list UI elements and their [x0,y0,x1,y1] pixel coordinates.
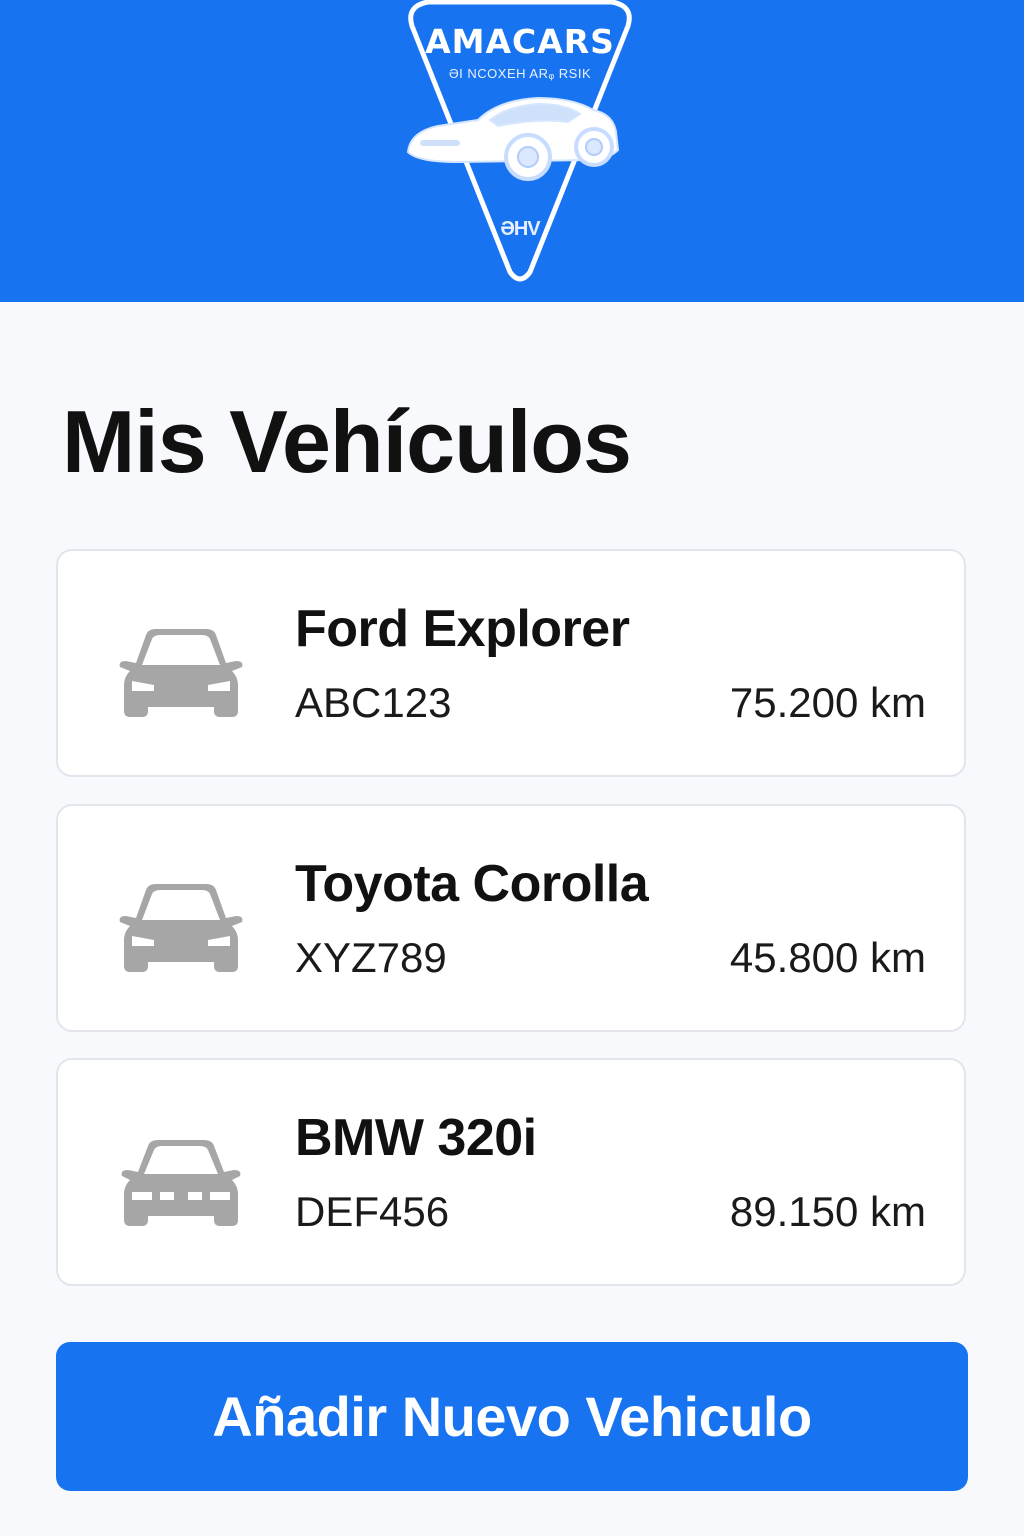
sports-car-illustration [406,96,620,181]
vehicle-plate: ABC123 [295,679,452,726]
vehicle-card-ford-explorer[interactable]: Ford Explorer ABC123 75.200 km [56,549,966,777]
car-icon [119,884,243,972]
logo-brand-text: AMACARS [425,22,615,61]
vehicle-mileage: 45.800 km [729,934,926,981]
page-title: Mis Vehículos [62,392,632,491]
car-icon [119,629,243,717]
car-icon [121,1140,241,1226]
vehicle-card-bmw-320i[interactable]: BMW 320i DEF456 89.150 km [56,1058,966,1286]
amacars-logo: AMACARS ƏI NCOXEH ARᵩ RSIK ƏHV [398,0,642,288]
vehicle-name: Toyota Corolla [295,855,649,913]
vehicle-name: Ford Explorer [295,600,630,658]
logo-mark-text: ƏHV [500,218,540,240]
vehicle-name: BMW 320i [295,1109,537,1167]
vehicle-plate: DEF456 [295,1188,450,1235]
vehicle-card-toyota-corolla[interactable]: Toyota Corolla XYZ789 45.800 km [56,804,966,1032]
vehicle-plate: XYZ789 [295,934,447,981]
vehicle-mileage: 75.200 km [729,679,926,726]
add-vehicle-button[interactable]: Añadir Nuevo Vehiculo [56,1342,968,1491]
logo-tagline-text: ƏI NCOXEH ARᵩ RSIK [448,66,592,81]
vehicle-mileage: 89.150 km [729,1188,926,1235]
app-header: AMACARS ƏI NCOXEH ARᵩ RSIK ƏHV [0,0,1024,302]
